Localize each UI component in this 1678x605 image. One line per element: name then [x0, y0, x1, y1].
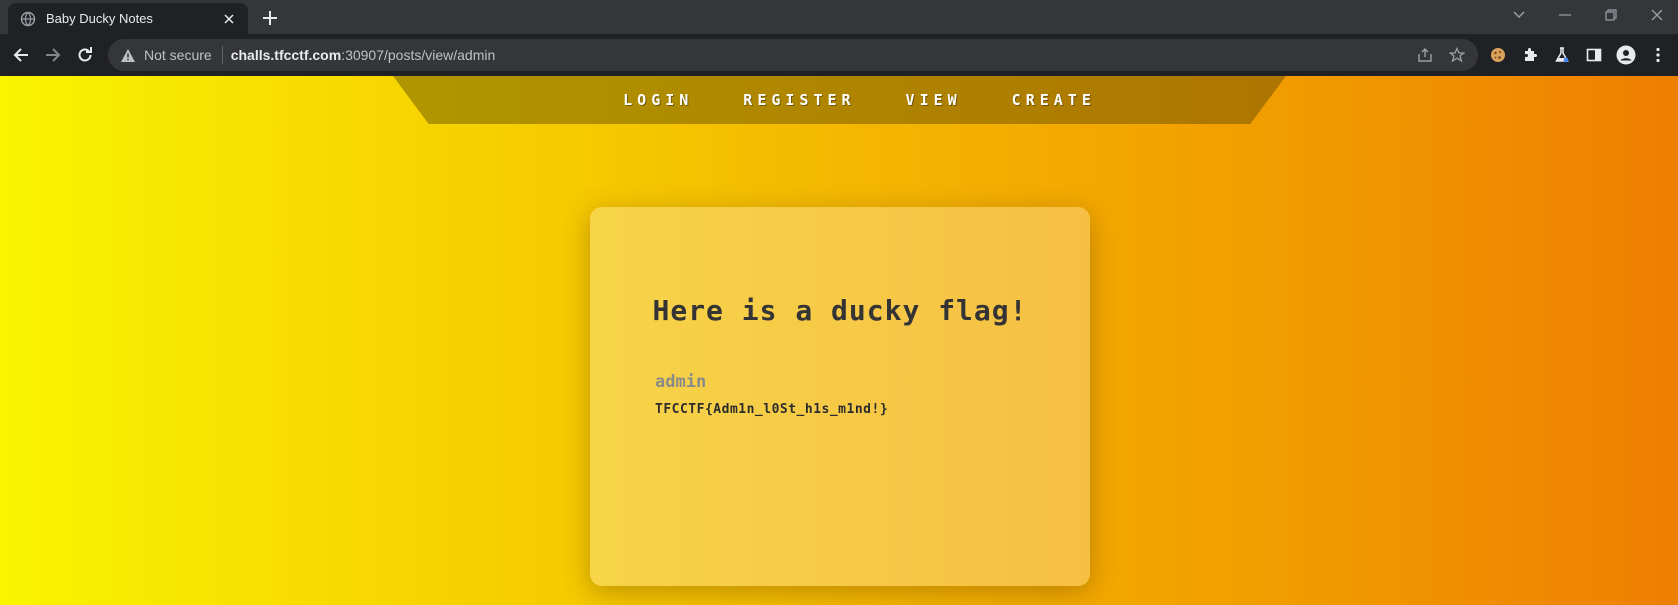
extensions-puzzle-icon[interactable]	[1518, 43, 1542, 67]
globe-icon	[20, 11, 36, 27]
page-viewport: LOGIN REGISTER VIEW CREATE Here is a duc…	[0, 76, 1678, 605]
warning-icon[interactable]	[120, 48, 136, 63]
post-title: Here is a ducky flag!	[652, 294, 1028, 327]
browser-tabstrip: Baby Ducky Notes	[0, 0, 1678, 34]
new-tab-button[interactable]	[258, 6, 282, 30]
close-tab-icon[interactable]	[220, 10, 238, 28]
back-arrow-icon[interactable]	[9, 43, 33, 67]
nav-link-register[interactable]: REGISTER	[743, 91, 855, 109]
post-card: Here is a ducky flag! admin TFCCTF{Adm1n…	[590, 207, 1090, 586]
url-path: :30907/posts/view/admin	[341, 47, 496, 63]
forward-arrow-icon[interactable]	[41, 43, 65, 67]
site-navbar: LOGIN REGISTER VIEW CREATE	[393, 76, 1286, 124]
minimize-icon[interactable]	[1550, 4, 1580, 26]
restore-icon[interactable]	[1596, 4, 1626, 26]
post-author: admin	[655, 372, 707, 392]
side-panel-icon[interactable]	[1582, 43, 1606, 67]
post-content: TFCCTF{Adm1n_l0St_h1s_m1nd!}	[655, 402, 889, 417]
nav-link-login[interactable]: LOGIN	[623, 91, 693, 109]
browser-tab[interactable]: Baby Ducky Notes	[8, 3, 248, 34]
bookmark-star-icon[interactable]	[1448, 46, 1466, 64]
nav-link-view[interactable]: VIEW	[906, 91, 962, 109]
reload-icon[interactable]	[73, 43, 97, 67]
url-host: challs.tfcctf.com	[230, 47, 342, 63]
profile-avatar-icon[interactable]	[1614, 43, 1638, 67]
security-label[interactable]: Not secure	[144, 47, 212, 63]
tab-search-icon[interactable]	[1504, 4, 1534, 26]
address-bar[interactable]: Not secure challs.tfcctf.com :30907/post…	[108, 39, 1478, 71]
omnibox-divider	[221, 46, 223, 64]
nav-link-create[interactable]: CREATE	[1012, 91, 1096, 109]
labs-flask-icon[interactable]	[1550, 43, 1574, 67]
tab-title: Baby Ducky Notes	[46, 11, 153, 26]
browser-toolbar: Not secure challs.tfcctf.com :30907/post…	[0, 34, 1678, 76]
share-icon[interactable]	[1416, 46, 1434, 64]
close-window-icon[interactable]	[1642, 4, 1672, 26]
menu-kebab-icon[interactable]	[1646, 43, 1670, 67]
cookie-extension-icon[interactable]	[1486, 43, 1510, 67]
